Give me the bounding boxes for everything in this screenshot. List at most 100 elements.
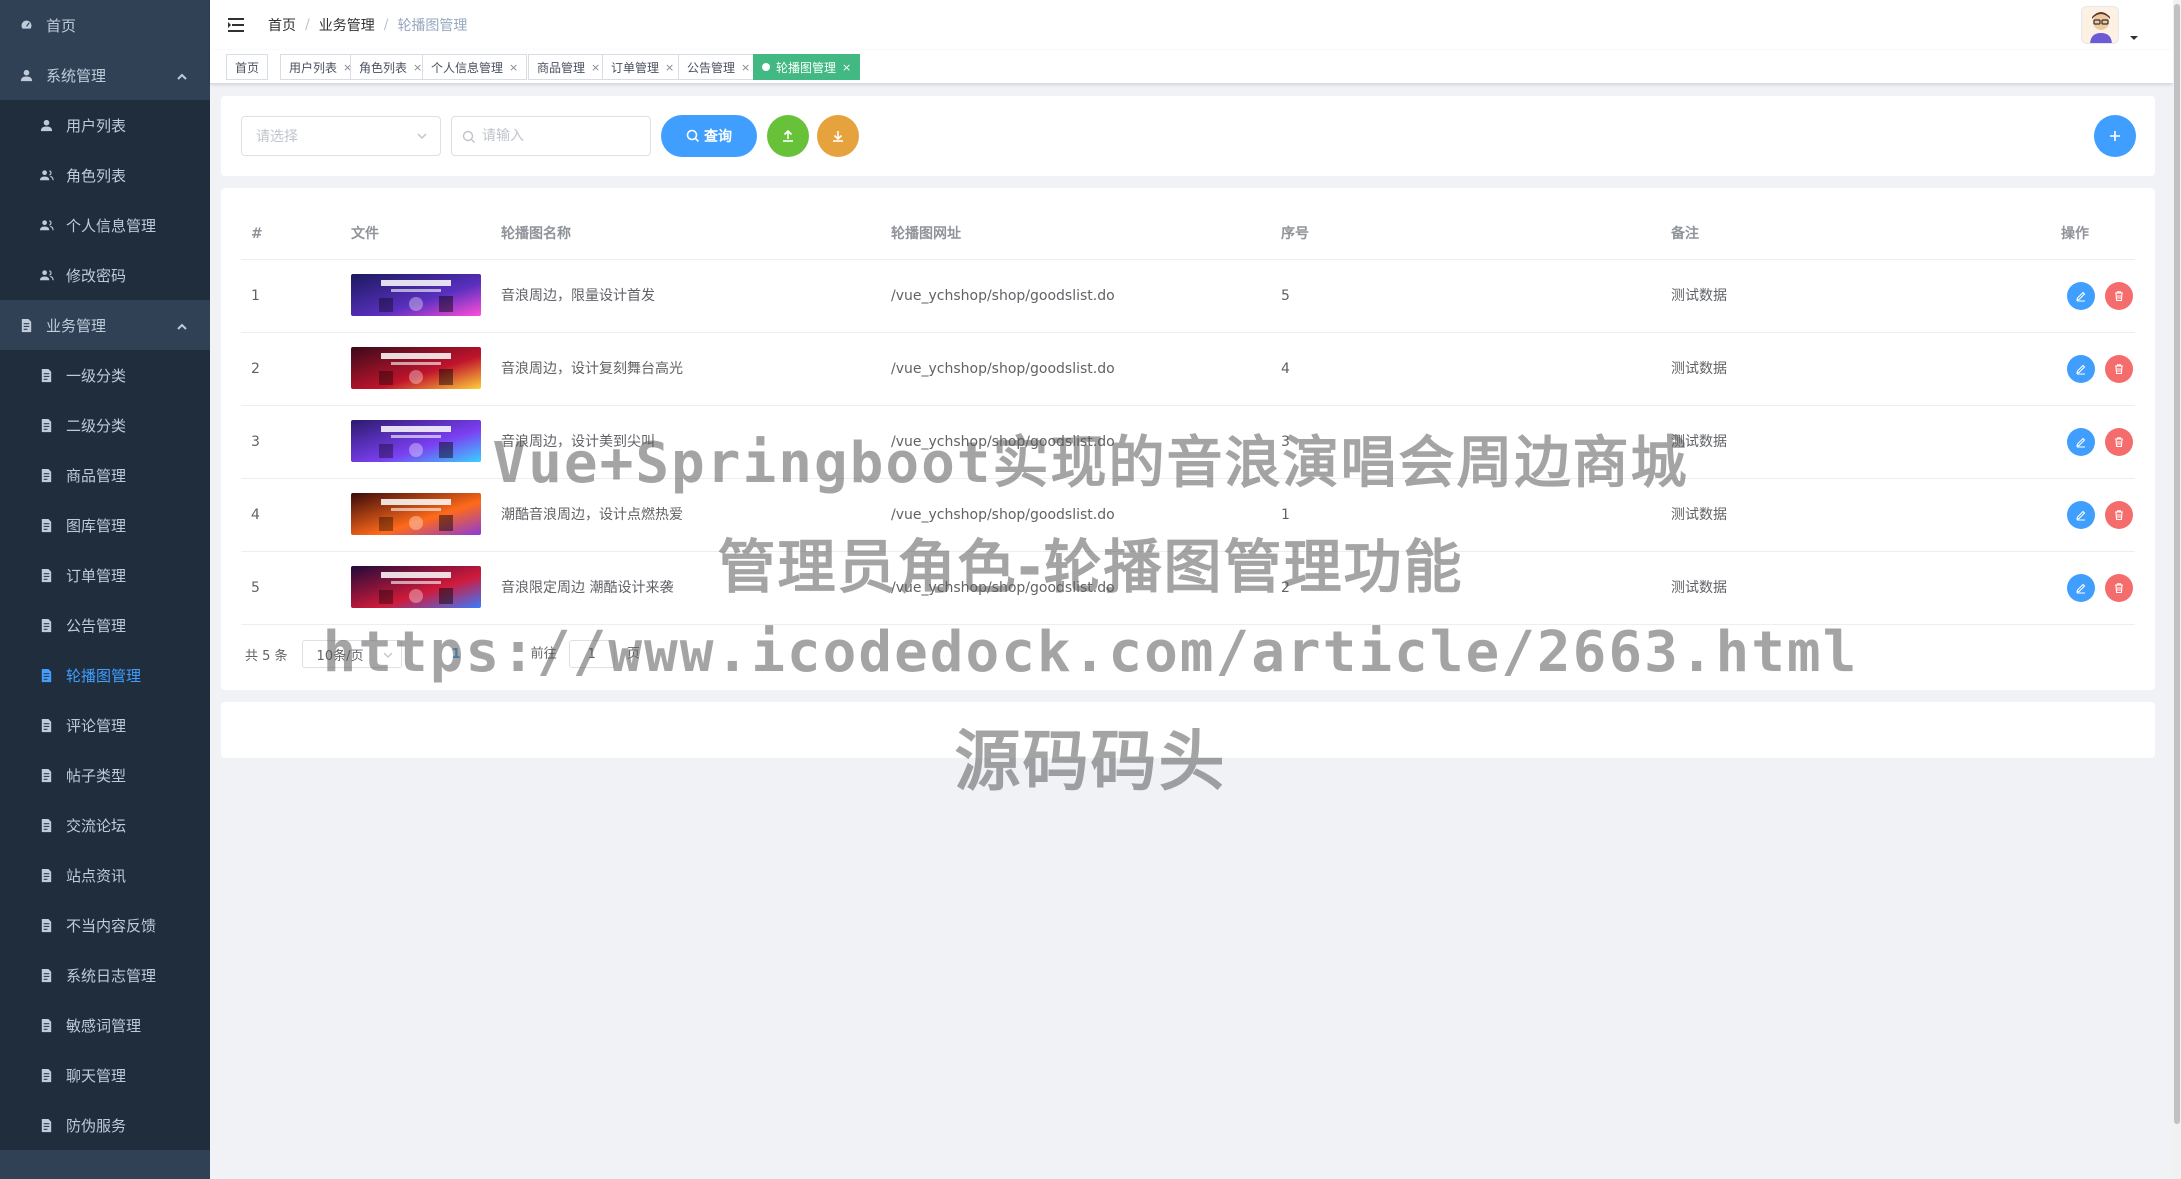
document-icon (38, 917, 54, 933)
cell-order: 1 (1281, 507, 1290, 523)
col-header-file: 文件 (351, 226, 379, 242)
sidebar-item-label: 修改密码 (66, 266, 127, 285)
sidebar-item-label: 站点资讯 (66, 866, 127, 885)
search-icon (462, 130, 476, 144)
delete-button[interactable] (2105, 574, 2133, 602)
tab-label: 公告管理 (687, 60, 736, 75)
tab-7[interactable]: 公告管理 × (678, 54, 760, 80)
cell-index: 2 (251, 361, 260, 377)
close-icon[interactable]: × (413, 61, 422, 74)
sidebar-item-7[interactable]: 业务管理 (0, 300, 210, 350)
table-row: 4 潮酷音浪周边，设计点燃热爱/vue_ychshop/shop/goodslis… (241, 479, 2135, 552)
download-button[interactable] (817, 115, 859, 157)
scrollbar-thumb[interactable] (2174, 4, 2180, 1124)
sidebar-item-6[interactable]: 修改密码 (0, 250, 210, 300)
sidebar-item-21[interactable]: 敏感词管理 (0, 1000, 210, 1050)
upload-icon (783, 129, 793, 142)
active-dot-icon (762, 63, 770, 71)
breadcrumb-home[interactable]: 首页 (268, 15, 296, 35)
cell-remark: 测试数据 (1671, 288, 1727, 304)
carousel-thumbnail[interactable] (351, 566, 481, 608)
close-icon[interactable]: × (741, 61, 750, 74)
sidebar-item-14[interactable]: 轮播图管理 (0, 650, 210, 700)
sidebar-item-1[interactable]: 首页 (0, 0, 210, 50)
sidebar-item-23[interactable]: 防伪服务 (0, 1100, 210, 1150)
tab-1[interactable]: 首页 (226, 54, 269, 80)
edit-button[interactable] (2067, 574, 2095, 602)
sidebar-item-label: 公告管理 (66, 616, 127, 635)
delete-button[interactable] (2105, 501, 2133, 529)
tab-3[interactable]: 角色列表 × (350, 54, 432, 80)
carousel-thumbnail[interactable] (351, 274, 481, 316)
caret-down-icon[interactable] (2129, 30, 2139, 40)
tags-view: 首页 用户列表 × 角色列表 × 个人信息管理 × 商品管理 × 订单管理 × 公告管理 × 轮播图管理 × (210, 50, 2173, 84)
table-row: 1 音浪周边，限量设计首发/vue_ychshop/shop/goodslist.… (241, 260, 2135, 333)
close-icon[interactable]: × (591, 61, 600, 74)
sidebar-item-8[interactable]: 一级分类 (0, 350, 210, 400)
sidebar-item-17[interactable]: 交流论坛 (0, 800, 210, 850)
document-icon (38, 867, 54, 883)
upload-button[interactable] (767, 115, 809, 157)
sidebar-item-18[interactable]: 站点资讯 (0, 850, 210, 900)
delete-button[interactable] (2105, 282, 2133, 310)
col-header-actions: 操作 (2061, 226, 2089, 242)
cell-order: 2 (1281, 580, 1290, 596)
goto-page-input[interactable] (568, 640, 615, 668)
carousel-thumbnail[interactable] (351, 493, 481, 535)
sidebar-item-3[interactable]: 用户列表 (0, 100, 210, 150)
search-field-select[interactable]: 请选择 (241, 116, 441, 156)
document-icon (38, 617, 54, 633)
avatar[interactable] (2081, 6, 2119, 44)
delete-button[interactable] (2105, 355, 2133, 383)
sidebar-item-2[interactable]: 系统管理 (0, 50, 210, 100)
edit-button[interactable] (2067, 355, 2095, 383)
search-input[interactable] (482, 128, 640, 144)
sidebar-item-13[interactable]: 公告管理 (0, 600, 210, 650)
edit-icon (2076, 510, 2086, 521)
cell-name: 音浪限定周边 潮酷设计来袭 (501, 580, 674, 596)
sidebar-item-12[interactable]: 订单管理 (0, 550, 210, 600)
breadcrumb-separator: / (305, 17, 310, 33)
sidebar-item-label: 图库管理 (66, 516, 127, 535)
tab-8[interactable]: 轮播图管理 × (753, 54, 861, 80)
sidebar-item-15[interactable]: 评论管理 (0, 700, 210, 750)
close-icon[interactable]: × (842, 61, 851, 74)
query-button[interactable]: 查询 (661, 115, 757, 157)
cell-name: 潮酷音浪周边，设计点燃热爱 (501, 507, 683, 523)
sidebar-item-label: 用户列表 (66, 116, 127, 135)
sidebar-item-9[interactable]: 二级分类 (0, 400, 210, 450)
breadcrumb-business[interactable]: 业务管理 (319, 15, 375, 35)
edit-button[interactable] (2067, 282, 2095, 310)
sidebar-item-19[interactable]: 不当内容反馈 (0, 900, 210, 950)
close-icon[interactable]: × (509, 61, 518, 74)
cell-remark: 测试数据 (1671, 434, 1727, 450)
sidebar-item-22[interactable]: 聊天管理 (0, 1050, 210, 1100)
carousel-thumbnail[interactable] (351, 347, 481, 389)
sidebar-item-16[interactable]: 帖子类型 (0, 750, 210, 800)
sidebar-item-5[interactable]: 个人信息管理 (0, 200, 210, 250)
chevron-up-icon (176, 319, 188, 331)
tab-label: 用户列表 (289, 60, 338, 75)
page-number-current[interactable]: 1 (452, 647, 461, 662)
cell-url: /vue_ychshop/shop/goodslist.do (891, 361, 1115, 377)
cell-order: 3 (1281, 434, 1290, 450)
add-button[interactable] (2094, 115, 2136, 157)
sidebar-item-11[interactable]: 图库管理 (0, 500, 210, 550)
page-size-select[interactable]: 10条/页 (301, 640, 402, 668)
edit-button[interactable] (2067, 501, 2095, 529)
tab-4[interactable]: 个人信息管理 × (422, 54, 528, 80)
tab-label: 首页 (235, 60, 260, 75)
hamburger-menu-icon[interactable] (226, 14, 248, 36)
close-icon[interactable]: × (665, 61, 674, 74)
edit-button[interactable] (2067, 428, 2095, 456)
cell-remark: 测试数据 (1671, 580, 1727, 596)
sidebar-item-4[interactable]: 角色列表 (0, 150, 210, 200)
col-header-url: 轮播图网址 (891, 226, 961, 242)
cell-index: 4 (251, 507, 260, 523)
tab-5[interactable]: 商品管理 × (528, 54, 610, 80)
sidebar-item-20[interactable]: 系统日志管理 (0, 950, 210, 1000)
delete-button[interactable] (2105, 428, 2133, 456)
carousel-thumbnail[interactable] (351, 420, 481, 462)
tab-6[interactable]: 订单管理 × (602, 54, 684, 80)
sidebar-item-10[interactable]: 商品管理 (0, 450, 210, 500)
